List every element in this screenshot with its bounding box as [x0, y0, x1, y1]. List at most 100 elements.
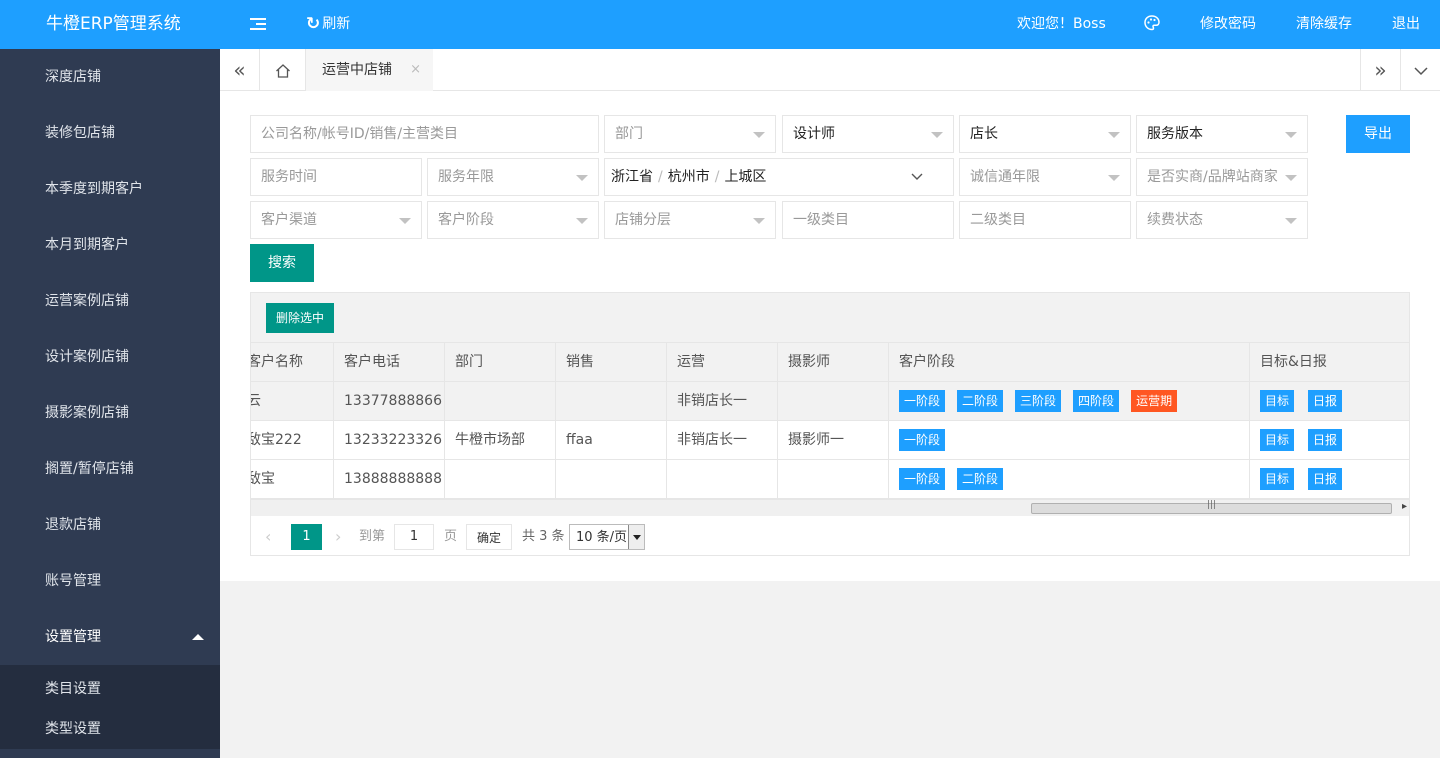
sidebar-group-settings[interactable]: 设置管理 [0, 609, 220, 665]
dropdown-arrow-icon [1108, 175, 1120, 181]
sidebar-subitem-category-settings[interactable]: 类目设置 [0, 669, 220, 709]
dropdown-arrow-icon [1285, 218, 1297, 224]
region-cascader[interactable]: 浙江省 / 杭州市 / 上城区 [604, 158, 954, 196]
horizontal-scrollbar[interactable]: ||| ▸ [251, 499, 1409, 516]
cell-phone: 13233223326 [334, 421, 445, 460]
change-password-link[interactable]: 修改密码 [1200, 0, 1256, 49]
caret-up-icon [192, 634, 204, 640]
sidebar-item-photo-cases[interactable]: 摄影案例店铺 [0, 385, 220, 441]
col-header-name: 客户名称 [251, 343, 334, 382]
clear-cache-link[interactable]: 清除缓存 [1296, 0, 1352, 49]
stage-tag-1[interactable]: 一阶段 [899, 468, 946, 490]
stage-tag-2[interactable]: 二阶段 [957, 390, 1004, 412]
designer-select[interactable]: 设计师 [782, 115, 954, 153]
target-button[interactable]: 目标 [1260, 468, 1295, 490]
sidebar-item-month-expiring[interactable]: 本月到期客户 [0, 217, 220, 273]
tab-bar: « 运营中店铺 × » [220, 49, 1440, 91]
dropdown-arrow-icon [1108, 132, 1120, 138]
tab-close-icon[interactable]: × [410, 49, 421, 91]
store-manager-select[interactable]: 店长 [959, 115, 1131, 153]
goto-confirm-button[interactable]: 确定 [466, 524, 512, 550]
col-header-stage: 客户阶段 [889, 343, 1250, 382]
table-row[interactable]: 云 13377888866 非销店长一 一阶段二阶段三阶段四阶段运营期 目标日报 [251, 382, 1409, 421]
stage-select[interactable]: 客户阶段 [427, 201, 599, 239]
stage-tag-3[interactable]: 三阶段 [1015, 390, 1062, 412]
main-content: 公司名称/帐号ID/销售/主营类目 部门 设计师 店长 服务版本 导出 服务时间… [220, 91, 1440, 581]
daily-report-button[interactable]: 日报 [1308, 468, 1343, 490]
sidebar-item-refund-stores[interactable]: 退款店铺 [0, 497, 220, 553]
stage-tag-1[interactable]: 一阶段 [899, 429, 946, 451]
tabs-scroll-right-icon[interactable]: » [1360, 49, 1400, 91]
category1-input[interactable]: 一级类目 [782, 201, 954, 239]
logout-link[interactable]: 退出 [1392, 0, 1420, 49]
service-version-select[interactable]: 服务版本 [1136, 115, 1308, 153]
chevron-down-icon [911, 159, 923, 195]
dropdown-arrow-icon [576, 175, 588, 181]
service-time-input[interactable]: 服务时间 [250, 158, 422, 196]
table-row[interactable]: 敌宝 13888888888 一阶段二阶段 目标日报 [251, 460, 1409, 499]
page-label: 页 [444, 529, 458, 544]
sidebar-item-design-cases[interactable]: 设计案例店铺 [0, 329, 220, 385]
target-button[interactable]: 目标 [1260, 390, 1295, 412]
merchant-type-select[interactable]: 是否实商/品牌站商家 [1136, 158, 1308, 196]
goto-page-input[interactable] [394, 524, 434, 550]
col-header-phone: 客户电话 [334, 343, 445, 382]
stage-tag-2[interactable]: 二阶段 [957, 468, 1004, 490]
sidebar-item-paused-stores[interactable]: 搁置/暂停店铺 [0, 441, 220, 497]
page-size-select[interactable]: 10 条/页 [569, 524, 645, 550]
prev-page-icon[interactable]: ‹ [265, 524, 271, 550]
keyword-search-input[interactable]: 公司名称/帐号ID/销售/主营类目 [250, 115, 599, 153]
target-button[interactable]: 目标 [1260, 429, 1295, 451]
palette-icon[interactable] [1143, 0, 1161, 49]
col-header-ops: 运营 [667, 343, 778, 382]
credit-years-select[interactable]: 诚信通年限 [959, 158, 1131, 196]
cell-ops: 非销店长一 [667, 382, 778, 421]
grip-icon: ||| [1207, 500, 1217, 510]
stage-tag-1[interactable]: 一阶段 [899, 390, 946, 412]
dropdown-arrow-icon [628, 525, 644, 549]
current-page-button[interactable]: 1 [291, 524, 322, 550]
scrollbar-thumb[interactable]: ||| [1031, 500, 1392, 514]
sidebar-item-deep-stores[interactable]: 深度店铺 [0, 49, 220, 105]
total-count: 共 3 条 [522, 529, 565, 544]
sidebar-group-label: 设置管理 [45, 629, 101, 645]
search-button[interactable]: 搜索 [250, 244, 314, 282]
stage-tag-ops[interactable]: 运营期 [1131, 390, 1178, 412]
scroll-right-arrow-icon[interactable]: ▸ [1402, 501, 1407, 512]
department-select[interactable]: 部门 [604, 115, 776, 153]
export-button[interactable]: 导出 [1346, 115, 1410, 153]
cell-ops: 非销店长一 [667, 421, 778, 460]
sidebar-item-ops-cases[interactable]: 运营案例店铺 [0, 273, 220, 329]
category2-input[interactable]: 二级类目 [959, 201, 1131, 239]
store-tier-select[interactable]: 店铺分层 [604, 201, 776, 239]
cell-sales: ffaa [556, 421, 667, 460]
next-page-icon[interactable]: › [335, 524, 341, 550]
renewal-status-select[interactable]: 续费状态 [1136, 201, 1308, 239]
channel-select[interactable]: 客户渠道 [250, 201, 422, 239]
sidebar-subitem-type-settings[interactable]: 类型设置 [0, 709, 220, 749]
sidebar-item-accounts[interactable]: 账号管理 [0, 553, 220, 609]
daily-report-button[interactable]: 日报 [1308, 390, 1343, 412]
cell-target: 目标 日报 [1250, 421, 1409, 460]
delete-selected-button[interactable]: 删除选中 [266, 303, 334, 333]
refresh-button[interactable]: ↻ 刷新 [306, 0, 350, 49]
sidebar-item-quarter-expiring[interactable]: 本季度到期客户 [0, 161, 220, 217]
table-toolbar: 删除选中 [251, 293, 1409, 343]
table-row[interactable]: 敌宝222 13233223326 牛橙市场部 ffaa 非销店长一 摄影师一 … [251, 421, 1409, 460]
cell-photographer: 摄影师一 [778, 421, 889, 460]
home-icon[interactable] [260, 49, 306, 91]
dropdown-arrow-icon [753, 218, 765, 224]
menu-toggle-icon[interactable] [250, 18, 266, 32]
tabs-scroll-left-icon[interactable]: « [220, 49, 260, 91]
daily-report-button[interactable]: 日报 [1308, 429, 1343, 451]
cell-sales [556, 382, 667, 421]
sidebar-item-decoration-stores[interactable]: 装修包店铺 [0, 105, 220, 161]
pagination: ‹ 1 › 到第 页 确定 共 3 条 10 条/页 [251, 516, 1409, 555]
tabs-menu-chevron-down-icon[interactable] [1400, 49, 1440, 91]
cell-photographer [778, 460, 889, 499]
dropdown-arrow-icon [576, 218, 588, 224]
tab-active-ops-stores[interactable]: 运营中店铺 × [306, 49, 433, 91]
service-years-select[interactable]: 服务年限 [427, 158, 599, 196]
stage-tag-4[interactable]: 四阶段 [1073, 390, 1120, 412]
cell-phone: 13888888888 [334, 460, 445, 499]
